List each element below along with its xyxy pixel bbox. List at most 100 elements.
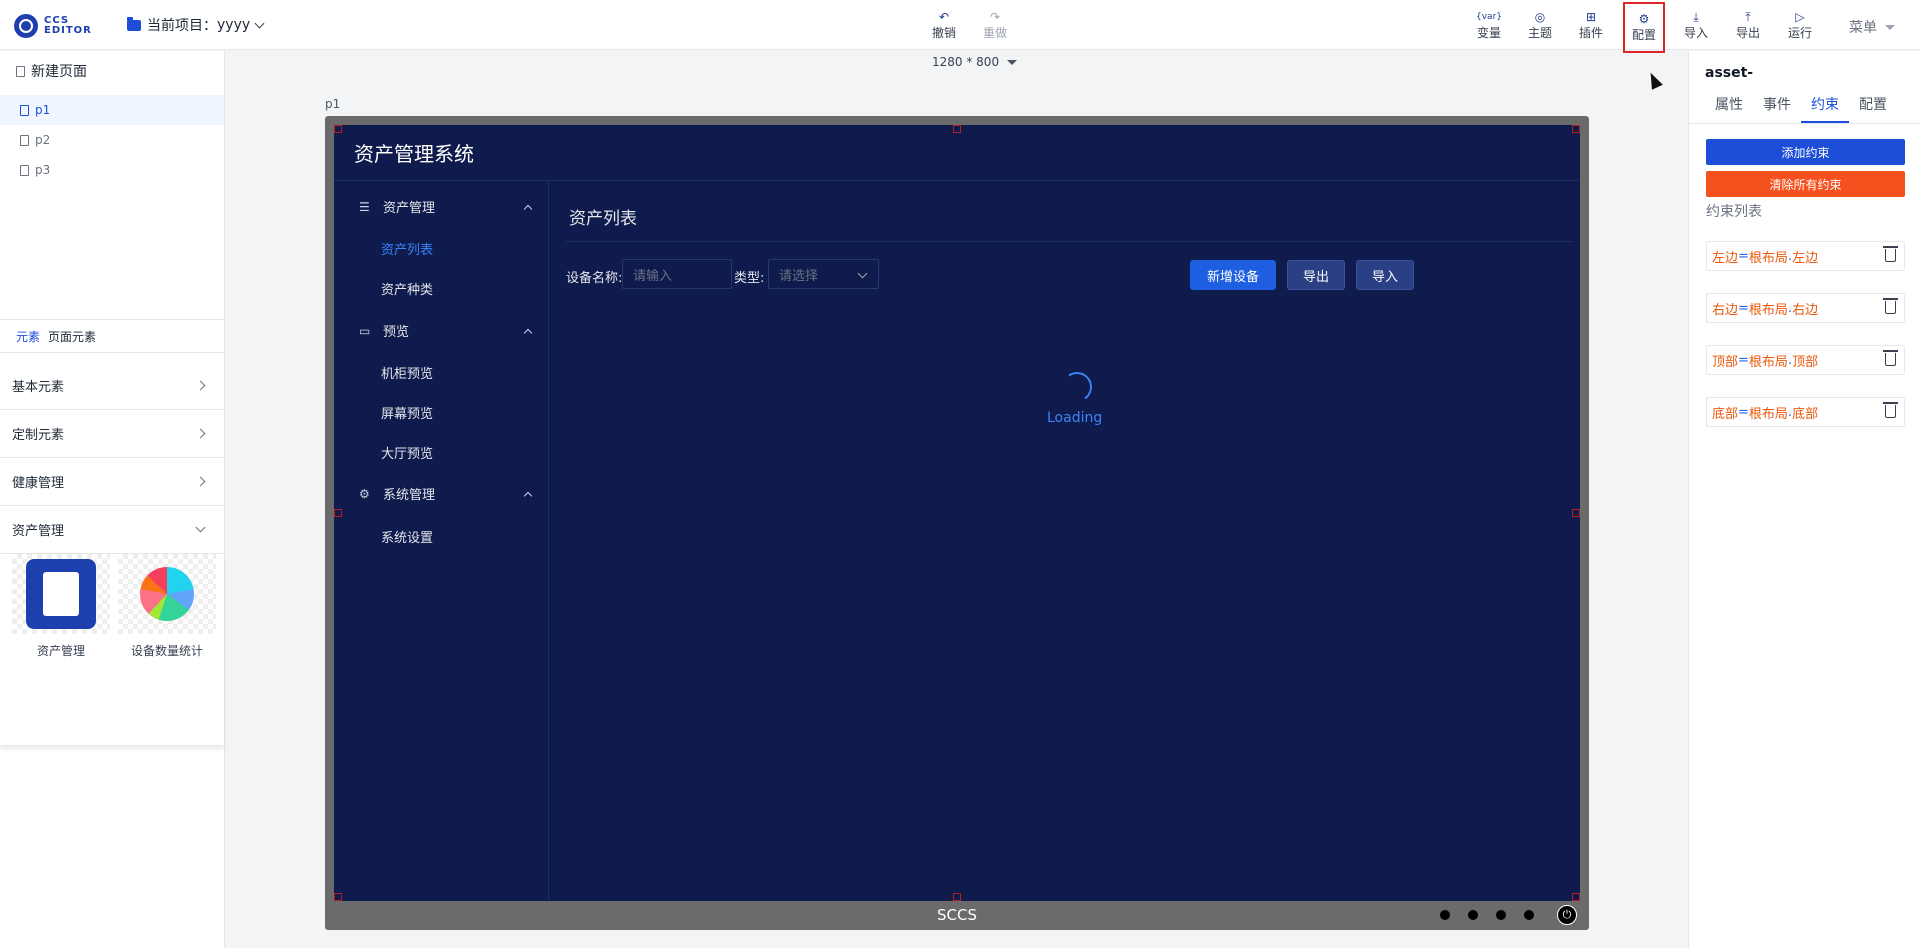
constraint-target: 左边 [1712, 250, 1739, 266]
theme-button[interactable]: ◎ 主题 [1528, 10, 1552, 41]
resize-handle[interactable] [1572, 125, 1580, 133]
tab-config[interactable]: 配置 [1849, 94, 1897, 123]
nav-item-system-settings[interactable]: 系统设置 [381, 527, 433, 546]
trash-icon[interactable] [1883, 350, 1898, 366]
import-list-button[interactable]: 导入 [1356, 260, 1414, 290]
constraint-source: 根布局 [1748, 250, 1788, 266]
category-health[interactable]: 健康管理 [0, 458, 224, 506]
add-constraint-button[interactable]: 添加约束 [1706, 139, 1905, 165]
constraint-target: 底部 [1712, 406, 1739, 422]
component-label: 设备数量统计 [130, 644, 203, 658]
loading-text: Loading [1047, 410, 1103, 426]
redo-label: 重做 [983, 26, 1008, 40]
nav-item-asset-list[interactable]: 资产列表 [381, 239, 433, 258]
category-label: 资产管理 [12, 524, 65, 539]
constraint-operator: = [1738, 300, 1749, 316]
tab-constraints[interactable]: 约束 [1801, 94, 1849, 123]
page-icon [20, 104, 29, 116]
variable-label: 变量 [1476, 26, 1501, 40]
category-asset[interactable]: 资产管理 [0, 506, 224, 554]
nav-item-screen-preview[interactable]: 屏幕预览 [381, 403, 433, 422]
resize-handle[interactable] [953, 125, 961, 133]
theme-label: 主题 [1528, 26, 1553, 40]
indicator-dot [1524, 910, 1534, 920]
resize-handle[interactable] [953, 893, 961, 901]
logo-icon [14, 14, 38, 38]
tab-elements[interactable]: 元素 [16, 328, 40, 345]
nav-group-label: 资产管理 [383, 201, 436, 216]
config-icon: ⚙ [1638, 12, 1650, 26]
config-button[interactable]: ⚙ 配置 [1623, 2, 1665, 53]
trash-icon[interactable] [1883, 246, 1898, 262]
page-item-p3[interactable]: p3 [0, 155, 224, 185]
constraint-target: 顶部 [1712, 354, 1739, 370]
nav-group-label: 系统管理 [383, 488, 436, 503]
undo-button[interactable]: ↶ 撤销 [932, 10, 956, 41]
variable-icon: {var} [1476, 12, 1502, 22]
project-selector[interactable]: 当前项目： yyyy [127, 15, 265, 35]
page-label: p3 [35, 163, 51, 177]
nav-item-asset-types[interactable]: 资产种类 [381, 279, 433, 298]
logo-line2: EDITOR [44, 25, 92, 36]
variable-button[interactable]: {var} 变量 [1476, 10, 1502, 41]
chevron-down-icon [195, 522, 206, 533]
add-device-button[interactable]: 新增设备 [1190, 260, 1276, 290]
app-logo[interactable]: CCS EDITOR [14, 14, 92, 38]
new-page-button[interactable]: 新建页面 [16, 61, 87, 81]
category-label: 基本元素 [12, 380, 65, 395]
page-item-p1[interactable]: p1 [0, 95, 224, 125]
device-frame[interactable]: 资产管理系统 ☰ 资产管理 资产列表 资产种类 ▭ 预览 机柜预览 屏幕预览 大… [325, 116, 1589, 930]
clear-constraints-button[interactable]: 清除所有约束 [1706, 171, 1905, 197]
resize-handle[interactable] [334, 509, 342, 517]
chevron-up-icon [523, 328, 533, 337]
resize-handle[interactable] [1572, 509, 1580, 517]
constraint-source: 根布局 [1748, 354, 1788, 370]
constraint-row[interactable]: 左边 = 根布局 . 左边 [1706, 241, 1905, 271]
nav-item-cabinet-preview[interactable]: 机柜预览 [381, 363, 433, 382]
export-list-button[interactable]: 导出 [1287, 260, 1345, 290]
component-asset-management[interactable]: 资产管理 [12, 554, 110, 745]
type-select[interactable]: 请选择 [768, 259, 879, 289]
component-thumbnail [118, 554, 216, 634]
tab-events[interactable]: 事件 [1753, 94, 1801, 123]
nav-item-hall-preview[interactable]: 大厅预览 [381, 443, 433, 462]
pie-chart-icon [140, 567, 194, 621]
constraint-anchor: 左边 [1792, 250, 1819, 266]
config-label: 配置 [1631, 28, 1656, 42]
tab-page-elements[interactable]: 页面元素 [48, 328, 96, 345]
plugin-button[interactable]: ⊞ 插件 [1579, 10, 1603, 41]
chevron-up-icon [523, 491, 533, 500]
run-button[interactable]: ▷ 运行 [1788, 10, 1812, 41]
power-icon[interactable]: ⏻ [1557, 905, 1577, 925]
export-button[interactable]: ⤒ 导出 [1736, 10, 1760, 41]
constraint-row[interactable]: 底部 = 根布局 . 底部 [1706, 397, 1905, 427]
device-name-input[interactable]: 请输入 [622, 259, 732, 289]
resolution-selector[interactable]: 1280 * 800 [932, 55, 1018, 69]
page-item-p2[interactable]: p2 [0, 125, 224, 155]
category-custom[interactable]: 定制元素 [0, 410, 224, 458]
tab-attributes[interactable]: 属性 [1705, 94, 1753, 123]
category-basic[interactable]: 基本元素 [0, 362, 224, 410]
nav-group-assets[interactable]: ☰ 资产管理 [359, 197, 533, 216]
import-button[interactable]: ⤓ 导入 [1684, 10, 1708, 41]
component-device-stats[interactable]: 设备数量统计 [118, 554, 216, 745]
constraint-target: 右边 [1712, 302, 1739, 318]
device-screen[interactable]: 资产管理系统 ☰ 资产管理 资产列表 资产种类 ▭ 预览 机柜预览 屏幕预览 大… [334, 125, 1580, 901]
indicator-dot [1496, 910, 1506, 920]
nav-group-preview[interactable]: ▭ 预览 [359, 321, 533, 340]
redo-button[interactable]: ↷ 重做 [983, 10, 1007, 41]
main-menu[interactable]: 菜单 [1849, 17, 1895, 37]
trash-icon[interactable] [1883, 298, 1898, 314]
constraint-anchor: 右边 [1792, 302, 1819, 318]
resize-handle[interactable] [1572, 893, 1580, 901]
indicator-dot [1440, 910, 1450, 920]
mouse-cursor-icon [1645, 70, 1663, 90]
left-panel: 新建页面 p1 p2 p3 元素 页面元素 基本元素 定制元素 健康管理 资产管… [0, 51, 225, 948]
resize-handle[interactable] [334, 893, 342, 901]
constraint-row[interactable]: 顶部 = 根布局 . 顶部 [1706, 345, 1905, 375]
trash-icon[interactable] [1883, 402, 1898, 418]
nav-group-system[interactable]: ⚙ 系统管理 [359, 484, 533, 503]
constraint-row[interactable]: 右边 = 根布局 . 右边 [1706, 293, 1905, 323]
list-icon: ☰ [359, 199, 370, 214]
resize-handle[interactable] [334, 125, 342, 133]
